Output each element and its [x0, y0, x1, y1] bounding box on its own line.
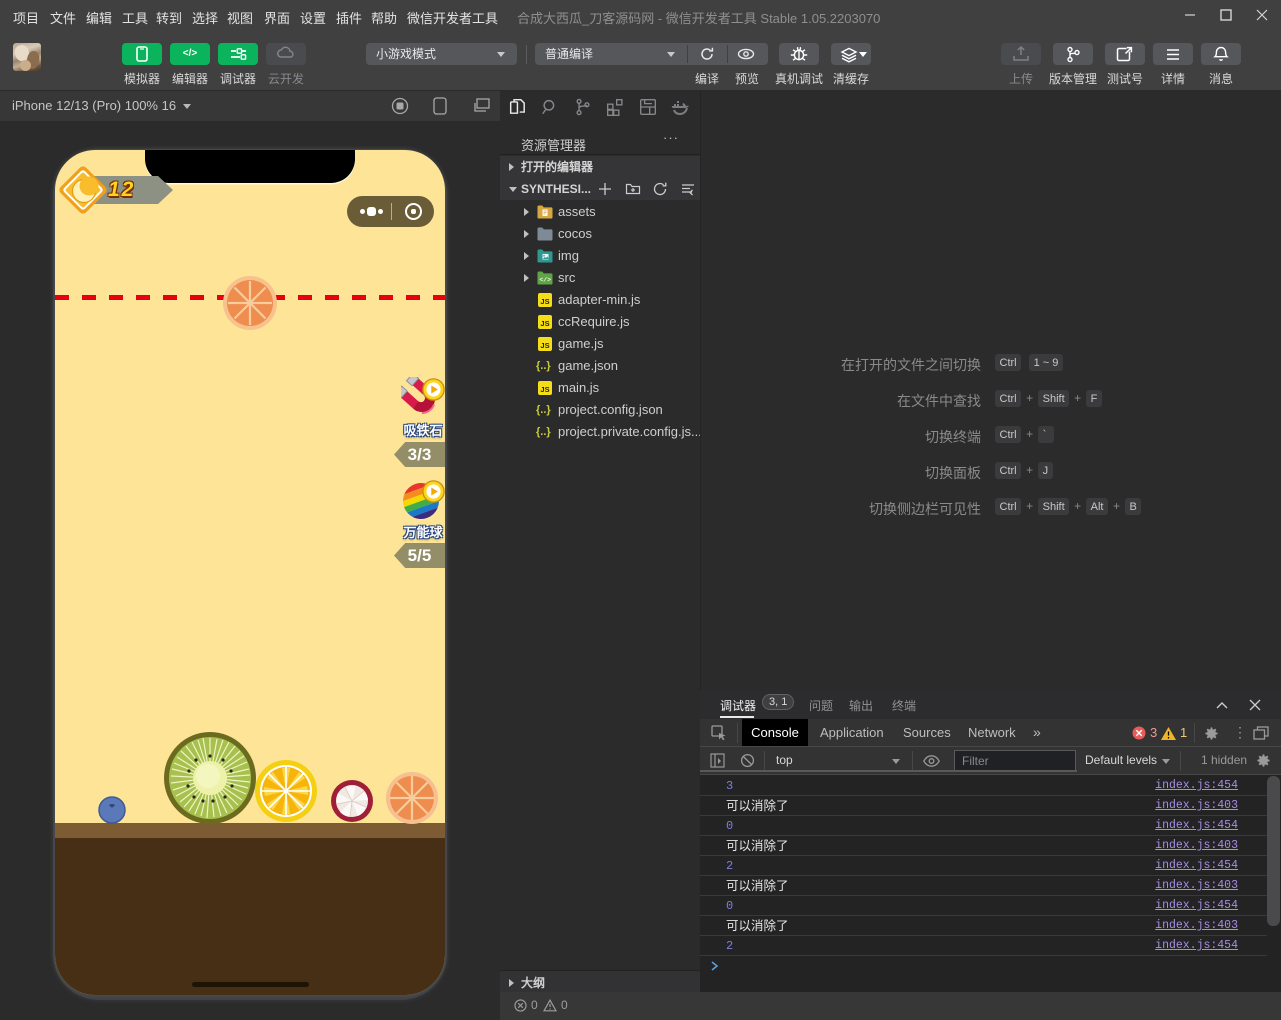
svg-text:JS: JS — [540, 385, 549, 394]
svg-text:JS: JS — [540, 341, 549, 350]
svg-text:</>: </> — [539, 277, 551, 284]
svg-text:JS: JS — [540, 319, 549, 328]
svg-text:JS: JS — [540, 297, 549, 306]
